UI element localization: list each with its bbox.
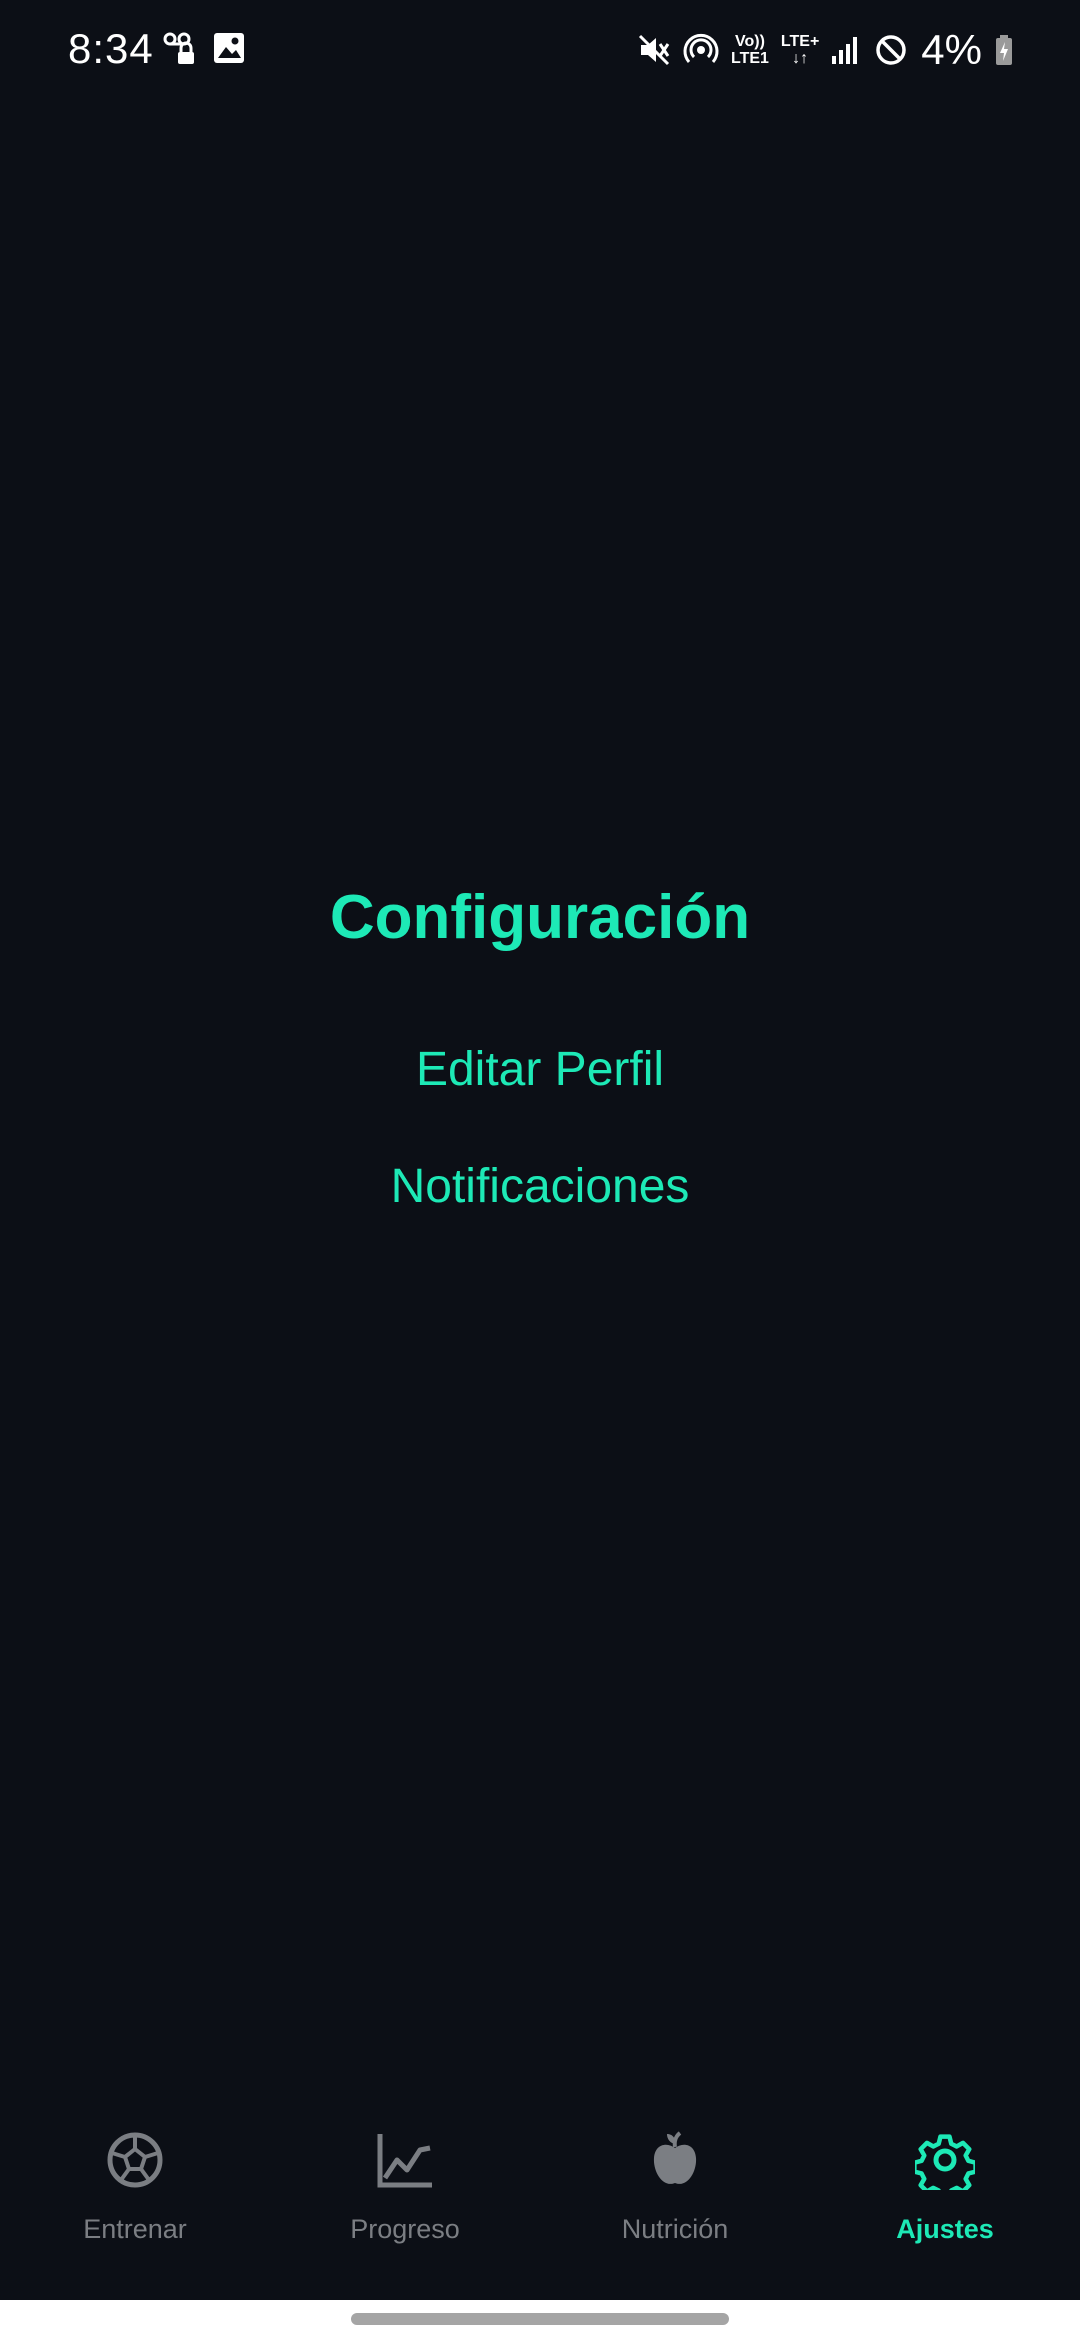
soccer-ball-icon — [107, 2132, 163, 2188]
notification-icons — [162, 30, 246, 66]
status-right-icons: Vo)) LTE1 LTE+ ↓↑ 4% — [637, 24, 1014, 76]
status-time: 8:34 — [68, 25, 154, 72]
system-navigation-bar — [0, 2300, 1080, 2340]
nav-label-entrenar: Entrenar — [83, 2214, 187, 2244]
mute-icon — [638, 34, 670, 66]
gesture-handle[interactable] — [351, 2313, 729, 2325]
nav-label-progreso: Progreso — [350, 2214, 460, 2244]
notifications-link[interactable]: Notificaciones — [0, 1157, 1080, 1217]
gear-icon — [915, 2134, 975, 2190]
chart-line-icon — [377, 2134, 432, 2188]
nav-label-ajustes: Ajustes — [896, 2214, 994, 2244]
nav-item-ajustes[interactable]: Ajustes — [810, 2100, 1080, 2300]
status-bar: 8:34 Vo)) LTE1 LTE+ ↓↑ 4% — [0, 0, 1080, 100]
image-icon — [214, 33, 244, 63]
voicemail-lock-icon — [163, 32, 194, 64]
nav-item-nutricion[interactable]: Nutrición — [540, 2100, 810, 2300]
battery-percent: 4% — [921, 26, 982, 73]
do-not-disturb-icon — [876, 35, 907, 65]
nav-item-progreso[interactable]: Progreso — [270, 2100, 540, 2300]
nav-label-nutricion: Nutrición — [621, 2214, 729, 2244]
bottom-navigation: Entrenar Progreso Nutrición Ajustes — [0, 2100, 1080, 2300]
volte-indicator: Vo)) LTE1 — [730, 33, 769, 67]
battery-charging-icon — [996, 35, 1012, 65]
apple-icon — [653, 2131, 697, 2184]
nav-item-entrenar[interactable]: Entrenar — [0, 2100, 270, 2300]
edit-profile-link[interactable]: Editar Perfil — [0, 1040, 1080, 1100]
page-title: Configuración — [329, 883, 751, 952]
hotspot-icon — [683, 33, 719, 63]
signal-icon — [832, 37, 858, 64]
settings-content: Configuración Editar Perfil Notificacion… — [0, 100, 1080, 2100]
lte-indicator: LTE+ ↓↑ — [780, 33, 820, 67]
app-screen: 8:34 Vo)) LTE1 LTE+ ↓↑ 4% Configuración … — [0, 0, 1080, 2340]
